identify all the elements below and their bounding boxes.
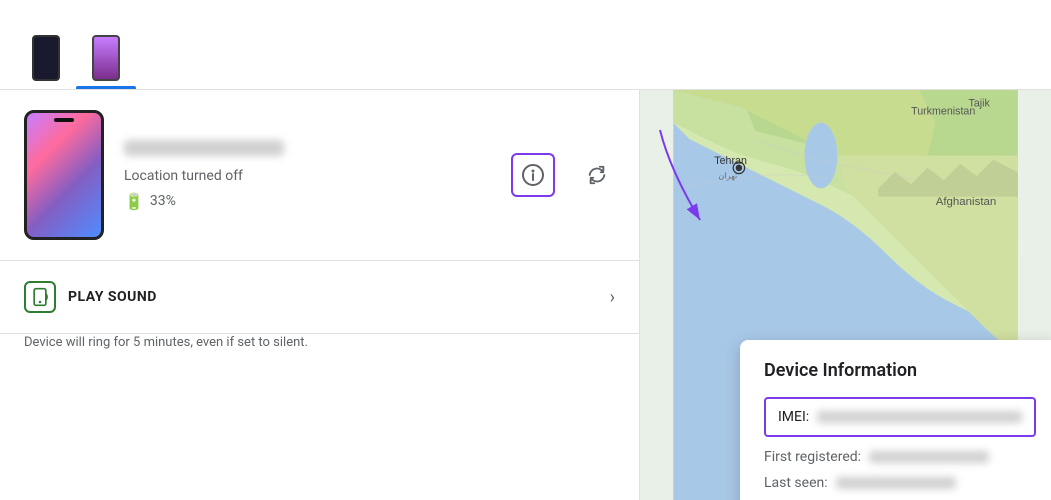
main-content: Location turned off 🔋 33% — [0, 90, 1051, 500]
map-label-afghanistan: Afghanistan — [936, 196, 997, 208]
play-sound-label: PLAY SOUND — [68, 289, 598, 305]
first-registered-label: First registered: — [764, 449, 861, 465]
map-label-tehran: Tehran — [714, 155, 747, 167]
first-registered-value-blurred — [869, 451, 989, 463]
map-panel: Turkmenistan Tehran تهران Afghanistan Ta… — [640, 90, 1051, 500]
tab-device-1[interactable] — [16, 27, 76, 89]
battery-percent: 33% — [150, 193, 176, 209]
tab-device-2[interactable] — [76, 27, 136, 89]
device-details: Location turned off 🔋 33% — [124, 140, 491, 211]
last-seen-row: Last seen: — [764, 475, 1036, 491]
left-panel: Location turned off 🔋 33% — [0, 90, 640, 500]
info-button[interactable] — [511, 153, 555, 197]
device-info-popup: Device Information IMEI: First registere… — [740, 340, 1051, 500]
device-screen — [24, 110, 104, 240]
device-1-thumbnail — [32, 35, 60, 81]
map-label-tajik: Tajik — [969, 97, 991, 109]
first-registered-row: First registered: — [764, 449, 1036, 465]
device-2-thumbnail — [92, 35, 120, 81]
map-label-turkmenistan: Turkmenistan — [911, 106, 975, 118]
popup-title: Device Information — [764, 360, 1036, 381]
last-seen-label: Last seen: — [764, 475, 828, 491]
phone-sound-icon — [30, 287, 50, 307]
chevron-icon: › — [610, 287, 615, 308]
play-sound-icon — [24, 281, 56, 313]
play-sound-description: Device will ring for 5 minutes, even if … — [0, 334, 639, 368]
last-seen-value-blurred — [836, 477, 956, 489]
imei-row: IMEI: — [764, 397, 1036, 437]
imei-value-blurred — [817, 411, 1022, 423]
device-row: Location turned off 🔋 33% — [0, 90, 639, 261]
tab-bar — [0, 0, 1051, 90]
location-status: Location turned off — [124, 168, 491, 184]
refresh-button[interactable] — [579, 157, 615, 193]
imei-label: IMEI: — [778, 409, 809, 425]
device-image — [24, 110, 104, 240]
device-name-blurred — [124, 140, 284, 156]
refresh-icon — [586, 164, 608, 186]
play-sound-row[interactable]: PLAY SOUND › — [0, 261, 639, 334]
info-icon — [521, 163, 545, 187]
battery-icon: 🔋 — [124, 192, 144, 211]
battery-row: 🔋 33% — [124, 192, 491, 211]
